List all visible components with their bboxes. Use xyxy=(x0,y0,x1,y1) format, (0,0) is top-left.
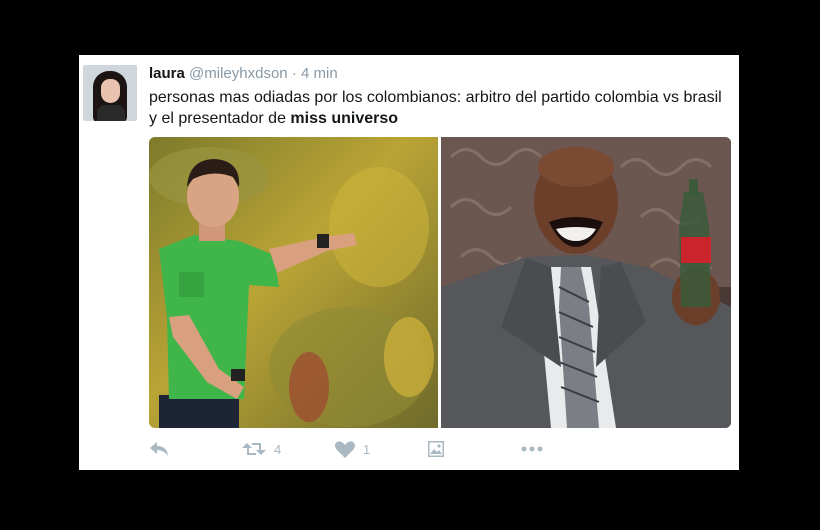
tweet-media xyxy=(149,137,731,428)
like-count: 1 xyxy=(363,442,371,457)
heart-icon xyxy=(335,441,355,458)
tweet-text: personas mas odiadas por los colombianos… xyxy=(149,87,729,129)
handle[interactable]: @mileyhxdson xyxy=(189,65,288,82)
reply-icon xyxy=(149,441,169,457)
tweet-actions: 4 1 xyxy=(149,441,549,465)
timestamp[interactable]: 4 min xyxy=(301,65,338,82)
tweet-card: laura @mileyhxdson · 4 min personas mas … xyxy=(79,55,739,470)
image-button[interactable] xyxy=(428,441,444,457)
retweet-icon xyxy=(242,441,266,457)
image-icon xyxy=(428,441,444,457)
reply-button[interactable] xyxy=(149,441,169,457)
like-button[interactable]: 1 xyxy=(335,441,370,458)
more-button[interactable] xyxy=(521,441,543,457)
referee-photo[interactable] xyxy=(149,137,438,428)
separator: · xyxy=(291,65,297,82)
tweet-header: laura @mileyhxdson · 4 min xyxy=(149,65,338,82)
display-name[interactable]: laura xyxy=(149,65,185,82)
tweet-text-main: personas mas odiadas por los colombianos… xyxy=(149,89,722,127)
retweet-count: 4 xyxy=(274,441,282,457)
tweet-text-bold: miss universo xyxy=(290,110,399,127)
more-icon xyxy=(521,441,543,457)
presenter-photo[interactable] xyxy=(441,137,731,428)
avatar[interactable] xyxy=(83,65,137,121)
retweet-button[interactable]: 4 xyxy=(242,441,281,457)
